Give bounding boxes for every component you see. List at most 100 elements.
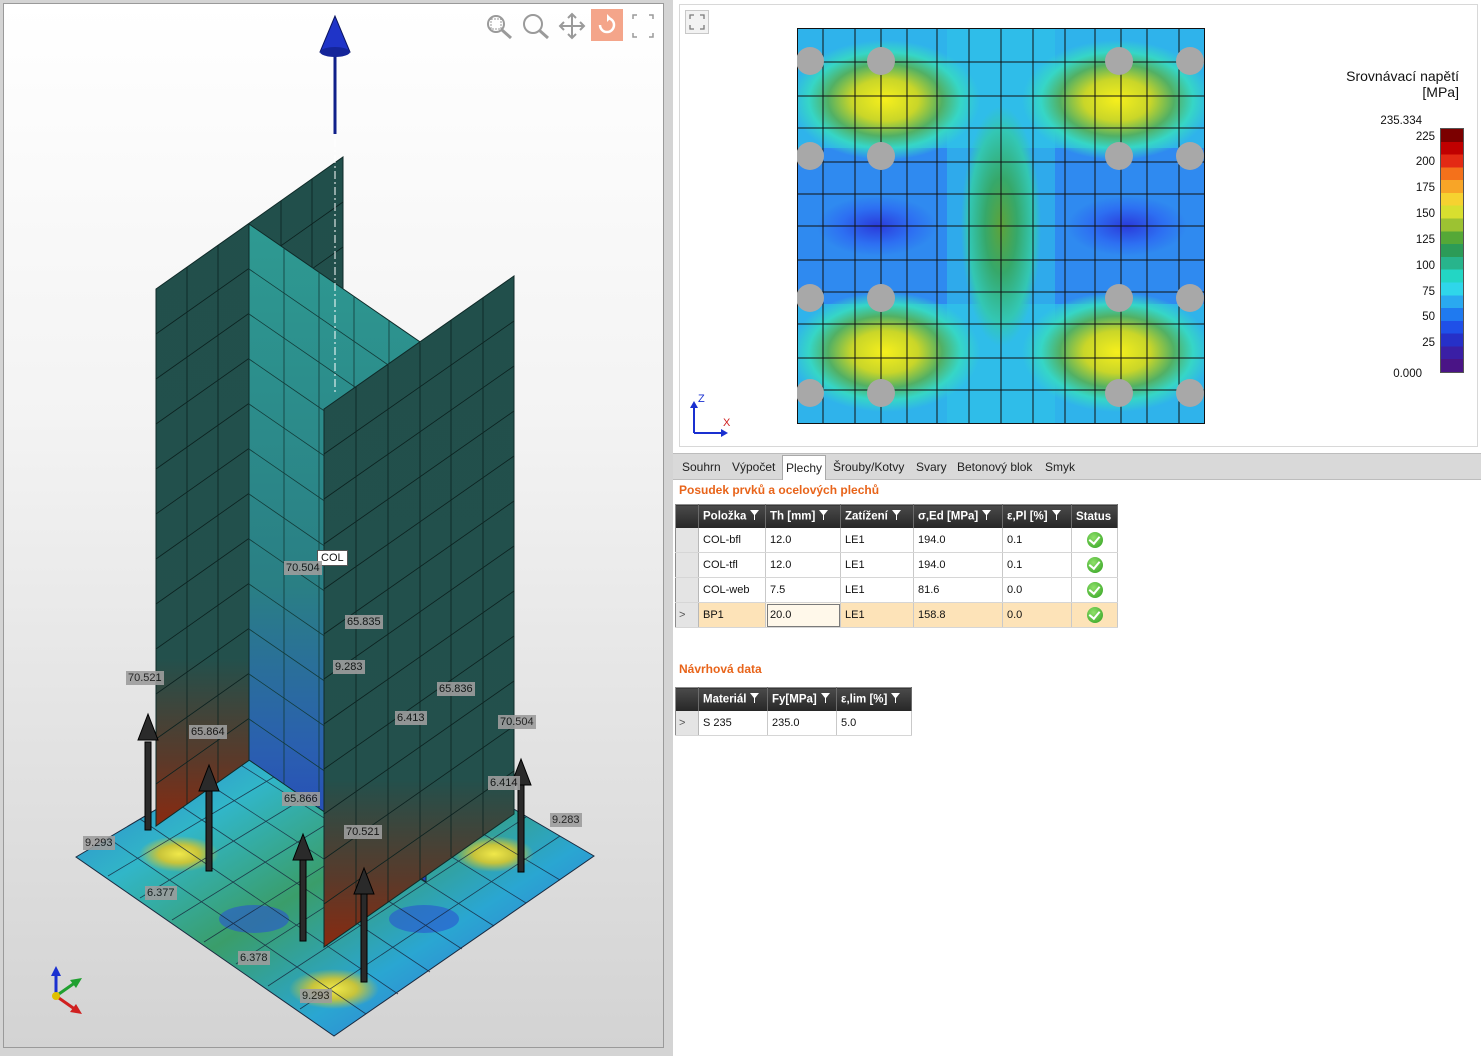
col-header-label: Položka <box>703 510 747 523</box>
filter-icon[interactable] <box>891 510 901 523</box>
row-header[interactable] <box>675 577 699 603</box>
cell-load[interactable]: LE1 <box>840 552 914 578</box>
design-section-title: Návrhová data <box>679 662 762 676</box>
filter-icon[interactable] <box>1051 510 1061 523</box>
col-header-label: σ,Ed [MPa] <box>918 510 979 523</box>
rotate-icon[interactable] <box>591 9 623 46</box>
filter-icon[interactable] <box>820 693 830 706</box>
tab-betonovy-blok[interactable]: Betonový blok <box>954 457 1035 478</box>
legend-tick-label: 225 <box>1415 130 1435 143</box>
cell-load[interactable]: LE1 <box>840 528 914 553</box>
row-header[interactable]: > <box>675 602 699 628</box>
col-header-fy[interactable]: Fy[MPa] <box>767 687 837 711</box>
filter-icon[interactable] <box>750 510 760 523</box>
legend-tick-label: 50 <box>1422 311 1435 324</box>
col-header-label: Fy[MPa] <box>772 693 817 706</box>
check-ok-icon <box>1086 532 1103 548</box>
cell-th[interactable]: 20.0 <box>765 602 841 628</box>
table-row[interactable]: > S 235 235.0 5.0 <box>675 711 912 736</box>
col-header-eps[interactable]: ε,Pl [%] <box>1002 504 1072 528</box>
legend-tick-label: 25 <box>1422 337 1435 350</box>
plates-table: Položka Th [mm] Zatížení σ,Ed [MPa] ε,Pl… <box>675 504 1118 628</box>
cell-th[interactable]: 12.0 <box>765 528 841 553</box>
table-row[interactable]: COL-bfl 12.0 LE1 194.0 0.1 <box>675 528 1118 553</box>
check-ok-icon <box>1086 582 1103 598</box>
axial-force-arrow <box>319 14 351 134</box>
cell-load[interactable]: LE1 <box>840 602 914 628</box>
cell-status[interactable] <box>1071 602 1118 628</box>
results-panel: Z X Srovnávací napětí [MPa] 235.334 0.00… <box>673 0 1481 1056</box>
col-header-status[interactable]: Status <box>1071 504 1118 528</box>
cell-status[interactable] <box>1071 552 1118 578</box>
3d-model-canvas[interactable] <box>4 4 663 1047</box>
col-header-polozka[interactable]: Položka <box>698 504 766 528</box>
cell-load[interactable]: LE1 <box>840 577 914 603</box>
cell-sigma[interactable]: 194.0 <box>913 552 1003 578</box>
3d-viewport[interactable]: COL 70.504 65.835 9.283 65.836 6.413 70.… <box>3 3 664 1048</box>
panel-splitter[interactable] <box>665 0 673 1056</box>
zoom-window-icon[interactable] <box>484 12 514 45</box>
row-header[interactable]: > <box>675 711 699 736</box>
pan-icon[interactable] <box>557 12 587 45</box>
legend-title-line1: Srovnávací napětí <box>1346 68 1459 84</box>
cell-status[interactable] <box>1071 528 1118 553</box>
tab-smyk[interactable]: Smyk <box>1042 457 1078 478</box>
col-header-sigma[interactable]: σ,Ed [MPa] <box>913 504 1003 528</box>
cell-item[interactable]: COL-web <box>698 577 766 603</box>
tab-souhrn[interactable]: Souhrn <box>679 457 724 478</box>
base-plate-stress-plot[interactable]: Z X Srovnávací napětí [MPa] 235.334 0.00… <box>679 4 1478 447</box>
stress-value-label: 65.866 <box>282 792 320 806</box>
cell-sigma[interactable]: 194.0 <box>913 528 1003 553</box>
table-row-selected[interactable]: > BP1 20.0 LE1 158.8 0.0 <box>675 602 1118 628</box>
cell-sigma[interactable]: 81.6 <box>913 577 1003 603</box>
plates-section-title: Posudek prvků a ocelových plechů <box>679 483 880 497</box>
cell-eps[interactable]: 0.0 <box>1002 602 1072 628</box>
row-header[interactable] <box>675 552 699 578</box>
tab-svary[interactable]: Svary <box>913 457 950 478</box>
cell-eps[interactable]: 0.1 <box>1002 528 1072 553</box>
stress-value-label: 9.293 <box>300 989 332 1003</box>
cell-sigma[interactable]: 158.8 <box>913 602 1003 628</box>
design-data-table: Materiál Fy[MPa] ε,lim [%] > S 235 235.0… <box>675 687 912 736</box>
stress-value-label: 6.377 <box>145 886 177 900</box>
filter-icon[interactable] <box>891 693 901 706</box>
check-ok-icon <box>1086 557 1103 573</box>
filter-icon[interactable] <box>819 510 829 523</box>
tab-vypocet[interactable]: Výpočet <box>729 457 778 478</box>
cell-item[interactable]: COL-tfl <box>698 552 766 578</box>
cell-th[interactable]: 7.5 <box>765 577 841 603</box>
result-tabs: Souhrn Výpočet Plechy Šrouby/Kotvy Svary… <box>673 453 1481 480</box>
zoom-icon[interactable] <box>521 12 551 45</box>
stress-value-label: 70.521 <box>126 671 164 685</box>
legend-tick-label: 75 <box>1422 285 1435 298</box>
col-header-elim[interactable]: ε,lim [%] <box>836 687 912 711</box>
tab-plechy[interactable]: Plechy <box>782 455 827 480</box>
table-row[interactable]: COL-tfl 12.0 LE1 194.0 0.1 <box>675 552 1118 578</box>
cell-elim[interactable]: 5.0 <box>836 711 912 736</box>
tab-srouby-kotvy[interactable]: Šrouby/Kotvy <box>830 457 907 478</box>
filter-icon[interactable] <box>750 693 760 706</box>
legend-tick-label: 125 <box>1415 233 1435 246</box>
stress-value-label: 70.521 <box>344 825 382 839</box>
table-row[interactable]: COL-web 7.5 LE1 81.6 0.0 <box>675 577 1118 603</box>
cell-th[interactable]: 12.0 <box>765 552 841 578</box>
cell-eps[interactable]: 0.1 <box>1002 552 1072 578</box>
cell-eps[interactable]: 0.0 <box>1002 577 1072 603</box>
row-header[interactable] <box>675 528 699 553</box>
legend-tick-label: 150 <box>1415 208 1435 221</box>
col-header-th[interactable]: Th [mm] <box>765 504 841 528</box>
col-header-material[interactable]: Materiál <box>698 687 768 711</box>
plates-table-header: Položka Th [mm] Zatížení σ,Ed [MPa] ε,Pl… <box>675 504 1118 528</box>
cell-material[interactable]: S 235 <box>698 711 768 736</box>
cell-status[interactable] <box>1071 577 1118 603</box>
legend-title-line2: [MPa] <box>1422 84 1459 100</box>
col-header-zatizeni[interactable]: Zatížení <box>840 504 914 528</box>
col-header-label: Materiál <box>703 693 747 706</box>
cell-fy[interactable]: 235.0 <box>767 711 837 736</box>
legend-tick-label: 175 <box>1415 182 1435 195</box>
expand-icon[interactable] <box>630 12 656 45</box>
fullscreen-icon[interactable] <box>685 10 709 34</box>
cell-item[interactable]: COL-bfl <box>698 528 766 553</box>
filter-icon[interactable] <box>982 510 992 523</box>
cell-item[interactable]: BP1 <box>698 602 766 628</box>
